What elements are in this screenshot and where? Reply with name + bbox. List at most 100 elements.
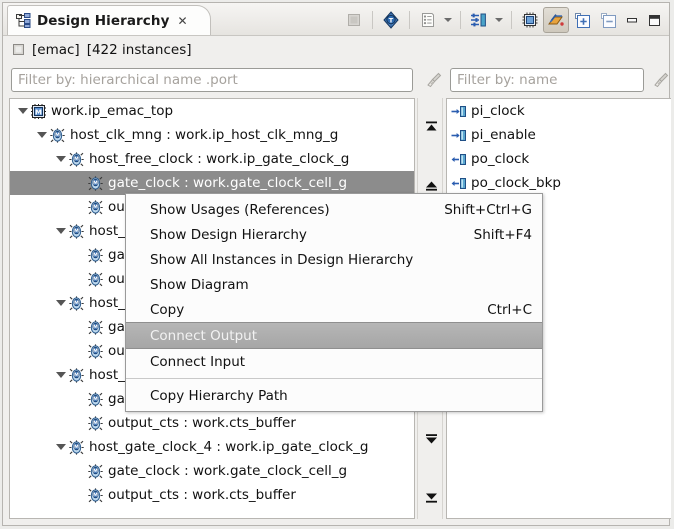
tree-row[interactable]: Mgate_clock : work.gate_clock_cell_g	[10, 459, 414, 483]
instance-icon: M	[69, 439, 84, 455]
tree-row[interactable]: Mwork.ip_emac_top	[10, 99, 414, 123]
twisty-expanded-icon[interactable]	[35, 129, 48, 142]
instance-icon: M	[88, 175, 103, 191]
top-level-icon[interactable]: T	[378, 7, 404, 33]
input-port-icon	[451, 105, 467, 118]
svg-text:M: M	[93, 468, 98, 474]
menu-item[interactable]: Connect Output	[126, 322, 542, 349]
instance-count-label: [422 instances]	[86, 41, 192, 58]
svg-text:M: M	[74, 372, 79, 378]
instance-icon: M	[69, 151, 84, 167]
clear-name-filter-icon[interactable]	[653, 72, 670, 89]
close-icon[interactable]: ✕	[178, 15, 188, 27]
tree-row[interactable]: Moutput_cts : work.cts_buffer	[10, 483, 414, 507]
svg-text:M: M	[74, 156, 79, 162]
goto-next-icon[interactable]	[422, 430, 440, 448]
hierarchical-filter-input[interactable]: Filter by: hierarchical name .port	[11, 68, 413, 92]
expand-all-icon[interactable]	[569, 7, 595, 33]
instance-icon: M	[69, 223, 84, 239]
menu-item-label: Show All Instances in Design Hierarchy	[150, 251, 414, 268]
instance-icon: M	[69, 295, 84, 311]
svg-text:M: M	[93, 348, 98, 354]
instance-icon: M	[69, 367, 84, 383]
toolbar-separator	[372, 11, 373, 29]
svg-text:M: M	[93, 492, 98, 498]
menu-item[interactable]: Show Usages (References) Shift+Ctrl+G	[126, 197, 542, 222]
port-row[interactable]: po_clock_bkp	[447, 171, 671, 195]
tree-row[interactable]: Mhost_free_clock : work.ip_gate_clock_g	[10, 147, 414, 171]
context-menu[interactable]: Show Usages (References) Shift+Ctrl+G Show…	[125, 193, 543, 412]
menu-item-label: Copy Hierarchy Path	[150, 387, 288, 404]
stop-icon[interactable]	[341, 7, 367, 33]
output-port-icon	[451, 177, 467, 190]
svg-text:M: M	[93, 180, 98, 186]
twisty-expanded-icon[interactable]	[54, 225, 67, 238]
tree-row-label: gate_clock : work.gate_clock_cell_g	[108, 175, 348, 191]
clear-hierarchical-filter-icon[interactable]	[426, 72, 443, 89]
chip-icon[interactable]	[517, 7, 543, 33]
twisty-expanded-icon[interactable]	[54, 441, 67, 454]
tree-row-label: work.ip_emac_top	[51, 103, 174, 119]
twisty-expanded-icon[interactable]	[54, 369, 67, 382]
list-view-icon[interactable]	[415, 7, 441, 33]
module-icon: M	[31, 103, 46, 119]
menu-item-label: Connect Input	[150, 353, 246, 370]
goto-previous-icon[interactable]	[422, 176, 440, 194]
filter-settings-dropdown-icon[interactable]	[492, 7, 506, 33]
menu-item-shortcut: Shift+Ctrl+G	[444, 201, 532, 218]
twisty-expanded-icon[interactable]	[16, 105, 29, 118]
svg-text:M: M	[74, 300, 79, 306]
menu-item-label: Show Design Hierarchy	[150, 226, 307, 243]
menu-item[interactable]: Copy Ctrl+C	[126, 297, 542, 322]
port-row[interactable]: pi_clock	[447, 99, 671, 123]
port-row[interactable]: pi_enable	[447, 123, 671, 147]
menu-item[interactable]: Show Design Hierarchy Shift+F4	[126, 222, 542, 247]
svg-text:M: M	[93, 324, 98, 330]
port-label: po_clock	[471, 151, 530, 167]
link-editor-icon[interactable]	[543, 7, 569, 33]
tree-row-label: gate_clock : work.gate_clock_cell_g	[108, 463, 348, 479]
goto-first-icon[interactable]	[422, 118, 440, 136]
list-view-dropdown-icon[interactable]	[441, 7, 455, 33]
port-row[interactable]: po_clock	[447, 147, 671, 171]
menu-item[interactable]: Connect Input	[126, 349, 542, 374]
svg-text:M: M	[93, 420, 98, 426]
tree-row-label: output_cts : work.cts_buffer	[108, 415, 296, 431]
tree-row-label: host_clk_mng : work.ip_host_clk_mng_g	[70, 127, 339, 143]
name-filter-placeholder: Filter by: name	[457, 72, 558, 88]
tab-design-hierarchy[interactable]: Design Hierarchy ✕	[7, 5, 211, 35]
view-toolbar: T	[341, 6, 665, 34]
instance-icon: M	[88, 487, 103, 503]
menu-item[interactable]: Show Diagram	[126, 272, 542, 297]
filter-settings-icon[interactable]	[466, 7, 492, 33]
tree-row[interactable]: Mgate_clock : work.gate_clock_cell_g	[10, 171, 414, 195]
instance-icon: M	[88, 343, 103, 359]
twisty-expanded-icon[interactable]	[54, 153, 67, 166]
maximize-icon[interactable]	[643, 7, 665, 33]
svg-text:M: M	[93, 252, 98, 258]
menu-item[interactable]: Show All Instances in Design Hierarchy	[126, 247, 542, 272]
port-label: pi_enable	[471, 127, 536, 143]
svg-text:M: M	[55, 132, 60, 138]
menu-item-shortcut: Ctrl+C	[487, 301, 532, 318]
svg-text:M: M	[93, 276, 98, 282]
menu-item-label: Show Diagram	[150, 276, 249, 293]
goto-last-icon[interactable]	[422, 488, 440, 506]
port-label: po_clock_bkp	[471, 175, 561, 191]
name-filter-input[interactable]: Filter by: name	[450, 68, 644, 92]
port-label: pi_clock	[471, 103, 525, 119]
tree-row[interactable]: Moutput_cts : work.cts_buffer	[10, 411, 414, 435]
menu-item[interactable]: Copy Hierarchy Path	[126, 383, 542, 408]
tree-row[interactable]: Mhost_clk_mng : work.ip_host_clk_mng_g	[10, 123, 414, 147]
minimize-icon[interactable]	[621, 7, 643, 33]
twisty-expanded-icon[interactable]	[54, 297, 67, 310]
tree-row[interactable]: Mhost_gate_clock_4 : work.ip_gate_clock_…	[10, 435, 414, 459]
collapse-all-icon[interactable]	[595, 7, 621, 33]
